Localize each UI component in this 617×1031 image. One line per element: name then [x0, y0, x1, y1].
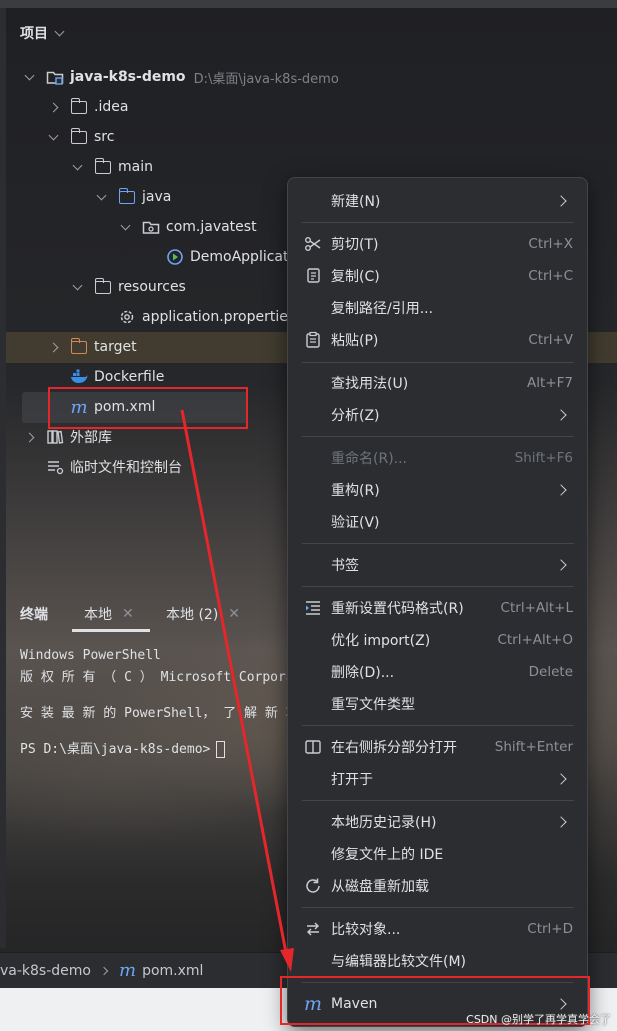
watermark: CSDN @别学了再学真学会了 — [466, 1013, 611, 1026]
annotation-arrow — [180, 409, 294, 972]
